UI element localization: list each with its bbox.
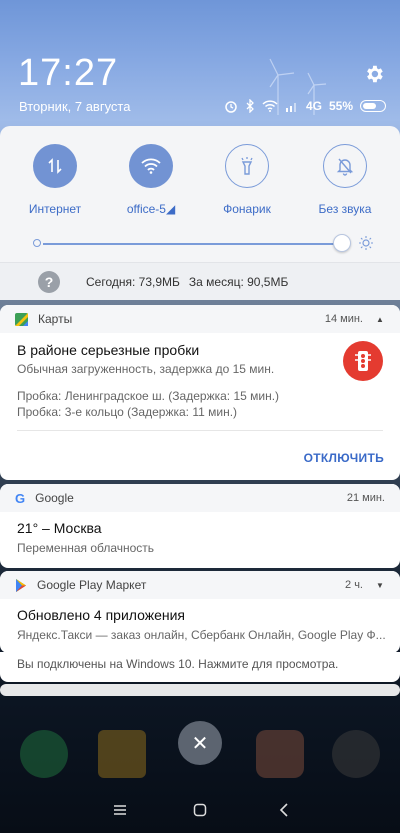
brightness-knob[interactable] [333, 234, 351, 252]
notification-subtitle: Яндекс.Такси — заказ онлайн, Сбербанк Он… [17, 628, 386, 642]
chrome-app-icon [256, 730, 304, 778]
alarm-icon [225, 101, 237, 113]
phone-app-icon [20, 730, 68, 778]
wifi-icon [129, 144, 173, 188]
tile-label: Интернет [28, 202, 82, 216]
help-icon: ? [38, 270, 60, 293]
tile-label: Без звука [318, 202, 372, 216]
notification-line: Пробка: Ленинградское ш. (Задержка: 15 м… [17, 389, 280, 403]
clock: 17:27 [18, 52, 119, 94]
notification-time: 21 мин. [346, 492, 385, 504]
wifi-status-icon [262, 100, 278, 112]
signal-icon [285, 103, 296, 112]
google-g-icon: G [15, 490, 26, 506]
tile-silent[interactable]: Без звука [300, 144, 390, 216]
disable-button[interactable]: ОТКЛЮЧИТЬ [304, 451, 384, 465]
notification-header: Карты 14 мин. ▲ [0, 305, 400, 333]
battery-percent: 55% [328, 99, 353, 113]
notification-google[interactable]: G Google 21 мин. 21° – Москва Переменная… [0, 484, 400, 568]
flashlight-icon [225, 144, 269, 188]
data-month: За месяц: 90,5МБ [188, 274, 289, 289]
bell-off-icon [323, 144, 367, 188]
data-arrows-icon [33, 144, 77, 188]
notification-line: Пробка: 3-е кольцо (Задержка: 11 мин.) [17, 405, 238, 419]
tile-label: office-5◢ [126, 202, 176, 216]
brightness-track [43, 243, 343, 245]
app-name: Google [35, 491, 74, 505]
traffic-light-icon [343, 341, 383, 381]
brightness-slider[interactable] [33, 234, 373, 254]
notification-title: Обновлено 4 приложения [17, 607, 186, 623]
messages-app-icon [98, 730, 146, 778]
chevron-up-icon[interactable]: ▲ [375, 314, 385, 324]
bluetooth-icon [246, 99, 254, 113]
notification-text: Вы подключены на Windows 10. Нажмите для… [17, 657, 339, 671]
play-store-icon [16, 578, 26, 592]
brightness-low-icon [33, 239, 41, 247]
menu-icon[interactable] [109, 799, 131, 821]
data-usage-row[interactable]: ? Сегодня: 73,9МБ За месяц: 90,5МБ [0, 262, 400, 300]
back-icon[interactable] [273, 799, 295, 821]
notification-title: В районе серьезные пробки [17, 342, 200, 358]
tile-label: Фонарик [223, 202, 271, 216]
divider [17, 430, 383, 431]
home-icon[interactable] [189, 799, 211, 821]
app-name: Карты [38, 312, 73, 326]
notification-time: 14 мин. [324, 313, 363, 325]
notification-subtitle: Переменная облачность [17, 541, 155, 555]
date-label: Вторник, 7 августа [19, 99, 131, 114]
gear-icon[interactable] [363, 63, 385, 85]
notification-maps[interactable]: Карты 14 мин. ▲ В районе серьезные пробк… [0, 305, 400, 480]
data-today: Сегодня: 73,9МБ [86, 274, 180, 289]
notification-header: Google Play Маркет 2 ч. ▼ [0, 571, 400, 599]
notification-header: G Google 21 мин. [0, 484, 400, 512]
tile-internet[interactable]: Интернет [10, 144, 100, 216]
camera-app-icon [332, 730, 380, 778]
notification-stack-edge [0, 684, 400, 696]
maps-app-icon [15, 312, 28, 326]
notification-subtitle: Обычная загруженность, задержка до 15 ми… [17, 362, 275, 376]
notification-title: 21° – Москва [17, 520, 102, 536]
close-button[interactable]: ✕ [178, 721, 222, 765]
chevron-down-icon[interactable]: ▼ [375, 580, 385, 590]
notification-time: 2 ч. [345, 579, 363, 591]
app-name: Google Play Маркет [37, 578, 147, 592]
notification-windows[interactable]: Вы подключены на Windows 10. Нажмите для… [0, 652, 400, 682]
status-bar: 4G 55% [224, 99, 386, 113]
battery-icon [360, 100, 386, 112]
notification-play[interactable]: Google Play Маркет 2 ч. ▼ Обновлено 4 пр… [0, 571, 400, 653]
network-type: 4G [305, 99, 322, 113]
tile-wifi[interactable]: office-5◢ [106, 144, 196, 216]
tile-flashlight[interactable]: Фонарик [202, 144, 292, 216]
brightness-high-icon [359, 236, 373, 250]
